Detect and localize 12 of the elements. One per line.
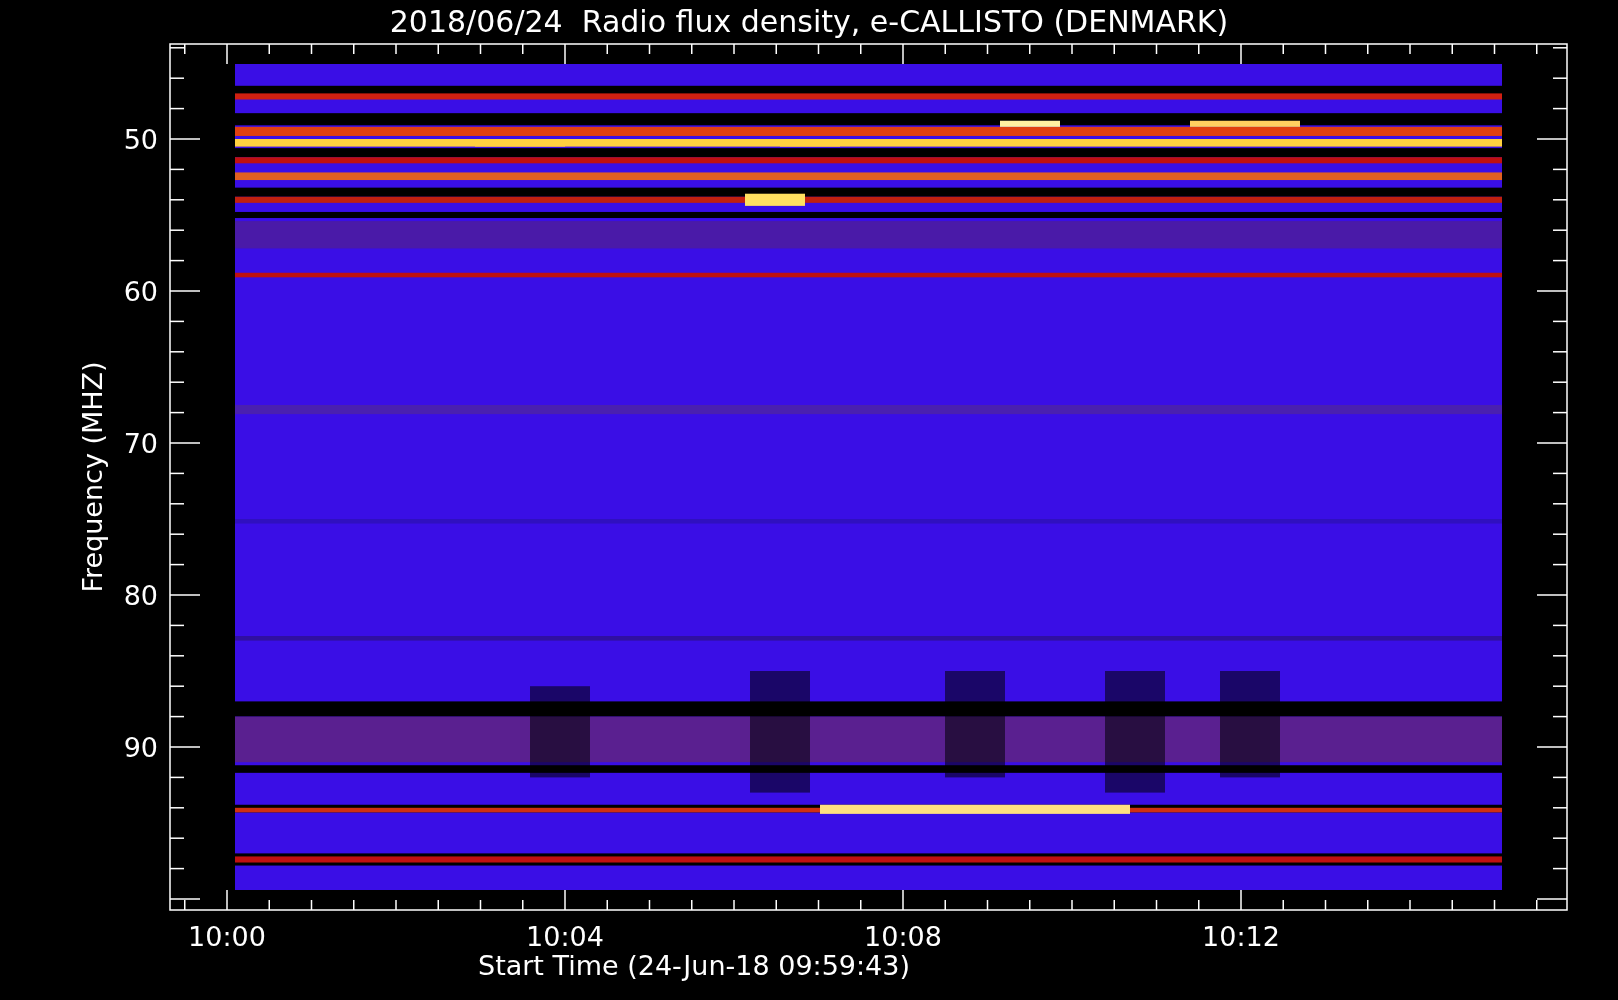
y-tick-label: 90 — [123, 732, 158, 763]
y-axis-label: Frequency (MHZ) — [77, 361, 108, 593]
x-tick-label: 10:12 — [1202, 921, 1280, 952]
y-tick-label: 80 — [123, 580, 158, 611]
x-tick-label: 10:04 — [526, 921, 604, 952]
x-axis-label: Start Time (24-Jun-18 09:59:43) — [478, 950, 910, 981]
chart-title: 2018/06/24 Radio flux density, e-CALLISTO (DENMARK) — [389, 4, 1229, 39]
y-tick-label: 70 — [123, 428, 158, 459]
y-tick-label: 60 — [123, 276, 158, 307]
x-tick-label: 10:08 — [864, 921, 942, 952]
x-tick-label: 10:00 — [188, 921, 266, 952]
y-tick-label: 50 — [123, 124, 158, 155]
